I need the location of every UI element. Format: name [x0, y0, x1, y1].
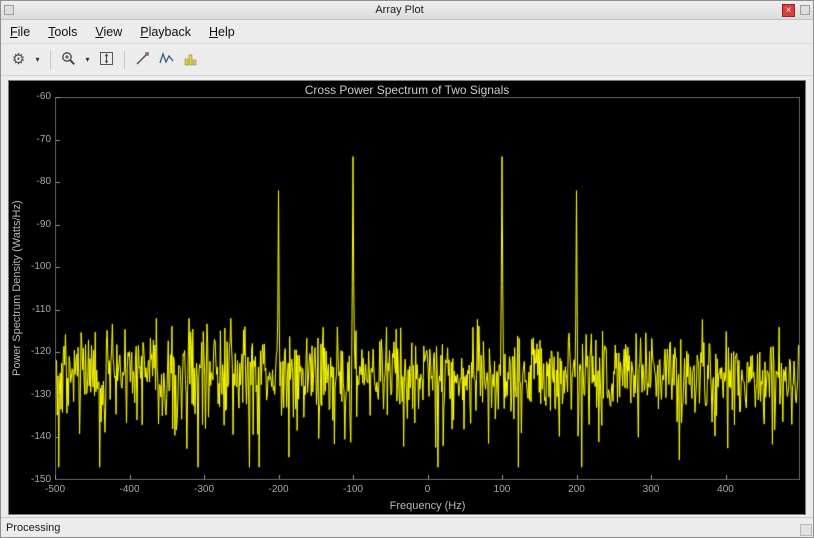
resize-grip[interactable] — [800, 524, 812, 536]
zoom-button[interactable] — [57, 48, 80, 71]
y-tick-label: -100 — [30, 261, 51, 273]
gear-icon: ⚙ — [11, 51, 26, 68]
toolbar-separator — [124, 50, 125, 69]
cursor-measurements-button[interactable] — [131, 48, 154, 71]
settings-dropdown[interactable]: ▾ — [31, 48, 44, 71]
y-axis-label: Power Spectrum Density (Watts/Hz) — [11, 200, 23, 377]
menu-help[interactable]: Help — [209, 25, 235, 39]
axes-area[interactable] — [55, 97, 800, 480]
window-resize-handle[interactable] — [800, 5, 810, 15]
menu-tools[interactable]: Tools — [48, 25, 77, 39]
y-tick-label: -120 — [30, 346, 51, 358]
x-tick-label: -500 — [44, 484, 66, 495]
zoom-dropdown[interactable]: ▾ — [81, 48, 94, 71]
window-menu-button[interactable] — [4, 5, 14, 15]
plot-title: Cross Power Spectrum of Two Signals — [304, 83, 510, 97]
x-tick-label: -100 — [342, 484, 364, 495]
x-tick-label: -400 — [119, 484, 140, 495]
y-tick-label: -70 — [36, 133, 51, 145]
y-tick-label: -110 — [31, 303, 51, 315]
menubar: File Tools View Playback Help — [1, 20, 813, 44]
menu-playback[interactable]: Playback — [140, 25, 191, 39]
x-tick-label: -200 — [268, 484, 289, 495]
zoom-icon — [61, 51, 76, 69]
y-tick-label: -90 — [36, 218, 51, 230]
y-tick-label: -130 — [30, 388, 51, 400]
peak-finder-icon — [183, 51, 198, 69]
window-title: Array Plot — [375, 4, 424, 16]
y-tick-label: -60 — [36, 91, 51, 102]
x-tick-label: 200 — [568, 484, 585, 495]
plot-figure: Cross Power Spectrum of Two Signals Powe… — [8, 80, 806, 515]
fit-to-view-icon — [99, 51, 114, 69]
y-tick-label: -80 — [36, 176, 51, 188]
fit-to-view-button[interactable] — [95, 48, 118, 71]
x-tick-label: 400 — [717, 484, 734, 495]
spectrum-canvas[interactable] — [55, 97, 800, 480]
chevron-down-icon: ▾ — [85, 55, 90, 64]
signal-statistics-icon — [159, 51, 174, 69]
statusbar: Processing — [1, 517, 813, 537]
settings-button[interactable]: ⚙ — [7, 48, 30, 71]
titlebar: Array Plot × — [1, 1, 813, 20]
menu-file[interactable]: File — [10, 25, 30, 39]
x-tick-label: 100 — [493, 484, 511, 495]
close-button[interactable]: × — [782, 3, 795, 17]
peak-finder-button[interactable] — [179, 48, 202, 71]
chevron-down-icon: ▾ — [35, 55, 40, 64]
signal-statistics-button[interactable] — [155, 48, 178, 71]
cursor-measurements-icon — [135, 51, 150, 69]
toolbar-separator — [50, 50, 51, 69]
y-tick-label: -140 — [30, 431, 51, 443]
close-icon: × — [785, 4, 792, 16]
x-tick-label: 0 — [424, 484, 431, 495]
menu-view[interactable]: View — [95, 25, 122, 39]
x-tick-label: -300 — [193, 484, 215, 495]
array-plot-window: Array Plot × File Tools View Playback Help ⚙… — [0, 0, 814, 538]
status-text: Processing — [6, 521, 61, 534]
toolbar: ⚙ ▾ ▾ — [1, 44, 813, 76]
x-axis-label: Frequency (Hz) — [389, 500, 466, 512]
x-tick-label: 300 — [642, 484, 660, 495]
